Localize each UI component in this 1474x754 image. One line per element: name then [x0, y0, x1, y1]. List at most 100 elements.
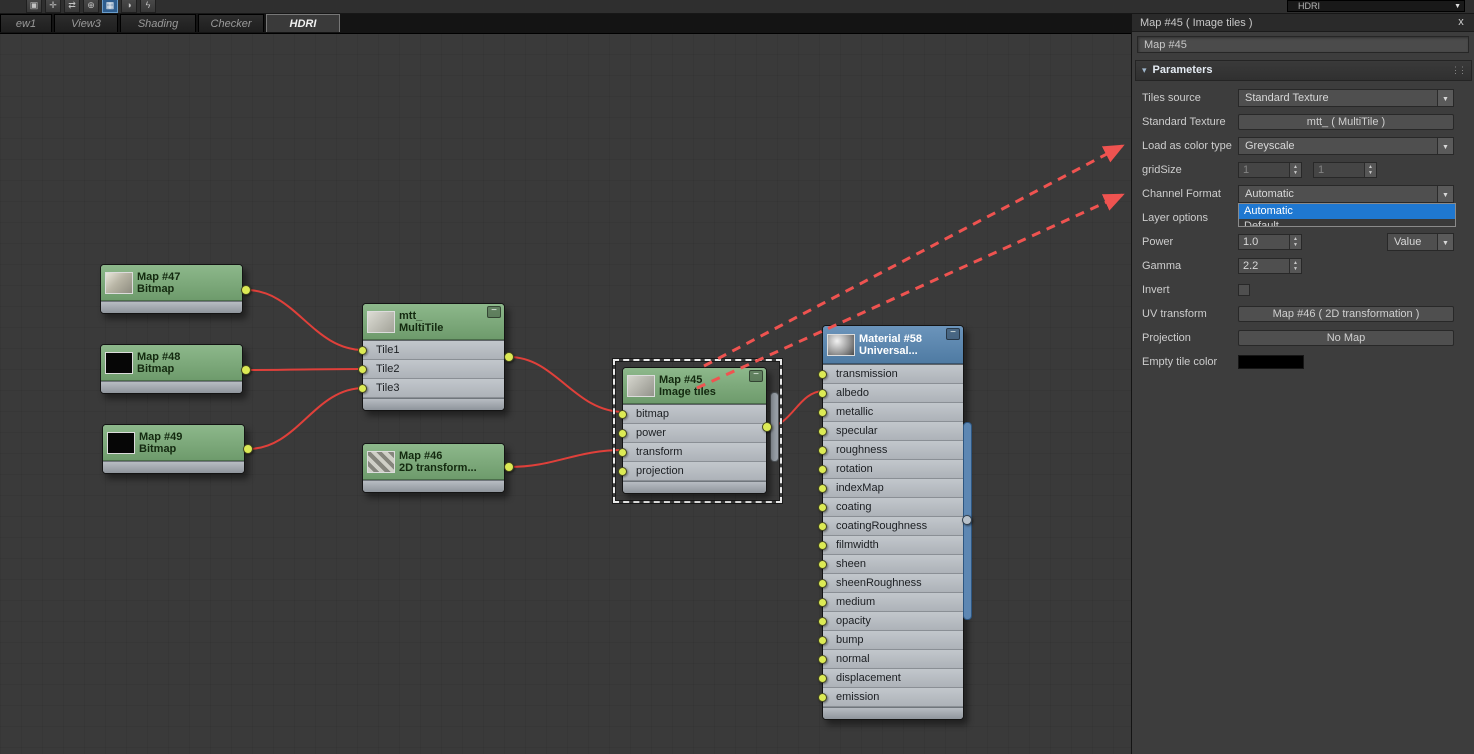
- node-map45[interactable]: Map #45 Image tiles − bitmap power transfo…: [618, 367, 767, 494]
- node-material58[interactable]: Material #58 Universal... − transmission…: [818, 325, 964, 720]
- minimize-icon[interactable]: −: [487, 306, 501, 318]
- input-socket-bitmap[interactable]: [618, 410, 627, 419]
- output-socket-map48[interactable]: [241, 365, 251, 375]
- close-icon[interactable]: x: [1455, 15, 1467, 29]
- input-socket-transform[interactable]: [618, 448, 627, 457]
- slot-label: Tile2: [376, 363, 400, 375]
- swap-wires-icon[interactable]: ⇄: [64, 0, 80, 13]
- slot-label: transform: [636, 446, 683, 458]
- node-multitile[interactable]: mtt_ MultiTile − Tile1 Tile2 Tile3: [358, 303, 505, 411]
- slot-list: bitmap power transform projection: [618, 404, 766, 481]
- input-socket-sheen[interactable]: [818, 560, 827, 569]
- bitmap-thumbnail: [105, 351, 133, 374]
- node-header[interactable]: Map #49 Bitmap: [103, 425, 244, 461]
- input-socket-roughness[interactable]: [818, 446, 827, 455]
- input-socket-medium[interactable]: [818, 598, 827, 607]
- zoom-icon[interactable]: ⊕: [83, 0, 99, 13]
- parameters-rollout-header[interactable]: ▾ Parameters ⋮⋮: [1135, 60, 1472, 81]
- input-socket-albedo[interactable]: [818, 389, 827, 398]
- channel-format-dropdown[interactable]: Automatic ▼: [1238, 185, 1454, 203]
- slot-row-transform: transform: [618, 443, 766, 462]
- output-socket-multitile[interactable]: [504, 352, 514, 362]
- tab-hdri[interactable]: HDRI: [266, 14, 340, 32]
- output-socket-map49[interactable]: [243, 444, 253, 454]
- input-socket-emission[interactable]: [818, 693, 827, 702]
- uv-transform-button[interactable]: Map #46 ( 2D transformation ): [1238, 306, 1454, 322]
- minimize-icon[interactable]: −: [946, 328, 960, 340]
- input-socket-transmission[interactable]: [818, 370, 827, 379]
- tiles-source-dropdown[interactable]: Standard Texture ▼: [1238, 89, 1454, 107]
- node-header[interactable]: Map #46 2D transform...: [363, 444, 504, 480]
- load-color-type-dropdown[interactable]: Greyscale ▼: [1238, 137, 1454, 155]
- spinner-arrows-icon[interactable]: ▲ ▼: [1289, 259, 1301, 273]
- minimize-icon[interactable]: −: [749, 370, 763, 382]
- input-socket-sheenRoughness[interactable]: [818, 579, 827, 588]
- invert-checkbox[interactable]: [1238, 284, 1250, 296]
- chevron-down-icon[interactable]: ▼: [1437, 138, 1453, 154]
- input-socket-coatingRoughness[interactable]: [818, 522, 827, 531]
- node-title: mtt_: [399, 309, 423, 322]
- dropdown-item-automatic[interactable]: Automatic: [1239, 204, 1455, 219]
- tab-view1[interactable]: ew1: [0, 14, 52, 32]
- spinner-value: 1: [1318, 164, 1325, 176]
- input-socket-bump[interactable]: [818, 636, 827, 645]
- node-header[interactable]: Material #58 Universal... −: [823, 326, 963, 364]
- spinner-arrows-icon: ▲ ▼: [1289, 163, 1301, 177]
- input-socket-Tile2[interactable]: [358, 365, 367, 374]
- output-socket-map46[interactable]: [504, 462, 514, 472]
- dropdown-item-default[interactable]: Default: [1239, 219, 1455, 226]
- node-map46[interactable]: Map #46 2D transform...: [362, 443, 505, 493]
- tab-shading[interactable]: Shading: [120, 14, 196, 32]
- input-socket-filmwidth[interactable]: [818, 541, 827, 550]
- layout-grid-icon[interactable]: ▦: [102, 0, 118, 13]
- projection-button[interactable]: No Map: [1238, 330, 1454, 346]
- input-socket-projection[interactable]: [618, 467, 627, 476]
- input-socket-metallic[interactable]: [818, 408, 827, 417]
- gamma-spinner[interactable]: 2.2 ▲ ▼: [1238, 258, 1302, 274]
- pick-material-icon[interactable]: ϟ: [140, 0, 156, 13]
- slot-label: transmission: [836, 368, 898, 380]
- node-title: Map #46: [399, 449, 443, 462]
- input-socket-specular[interactable]: [818, 427, 827, 436]
- view-tabbar: ew1 View3 Shading Checker HDRI: [0, 14, 1131, 34]
- node-header[interactable]: mtt_ MultiTile −: [363, 304, 504, 340]
- slot-row-transmission: transmission: [818, 365, 963, 384]
- node-header[interactable]: Map #45 Image tiles −: [623, 368, 766, 404]
- input-socket-coating[interactable]: [818, 503, 827, 512]
- node-name-input[interactable]: Map #45: [1137, 36, 1469, 53]
- output-socket-map47[interactable]: [241, 285, 251, 295]
- input-socket-normal[interactable]: [818, 655, 827, 664]
- slot-label: normal: [836, 653, 870, 665]
- chevron-down-icon[interactable]: ▼: [1437, 234, 1453, 250]
- node-header[interactable]: Map #48 Bitmap: [101, 345, 242, 381]
- save-icon[interactable]: ▣: [26, 0, 42, 13]
- view-selector-combo[interactable]: HDRI ▼: [1287, 0, 1465, 12]
- power-mode-dropdown[interactable]: Value ▼: [1387, 233, 1454, 251]
- spinner-arrows-icon[interactable]: ▲ ▼: [1289, 235, 1301, 249]
- bitmap-thumbnail: [105, 271, 133, 294]
- node-header[interactable]: Map #47 Bitmap: [101, 265, 242, 301]
- tab-view3[interactable]: View3: [54, 14, 118, 32]
- palette-icon[interactable]: ◑: [121, 0, 137, 13]
- chevron-down-icon[interactable]: ▼: [1437, 90, 1453, 106]
- node-map49[interactable]: Map #49 Bitmap: [102, 424, 245, 474]
- input-socket-rotation[interactable]: [818, 465, 827, 474]
- power-spinner[interactable]: 1.0 ▲ ▼: [1238, 234, 1302, 250]
- output-socket-map45[interactable]: [762, 422, 772, 432]
- node-map47[interactable]: Map #47 Bitmap: [100, 264, 243, 314]
- input-socket-opacity[interactable]: [818, 617, 827, 626]
- standard-texture-button[interactable]: mtt_ ( MultiTile ): [1238, 114, 1454, 130]
- input-socket-Tile1[interactable]: [358, 346, 367, 355]
- tab-checker[interactable]: Checker: [198, 14, 264, 32]
- input-socket-power[interactable]: [618, 429, 627, 438]
- slot-row-emission: emission: [818, 688, 963, 707]
- empty-tile-color-swatch[interactable]: [1238, 355, 1304, 369]
- output-socket-material58[interactable]: [962, 515, 972, 525]
- input-socket-displacement[interactable]: [818, 674, 827, 683]
- chevron-down-icon[interactable]: ▼: [1437, 186, 1453, 202]
- input-socket-Tile3[interactable]: [358, 384, 367, 393]
- node-map48[interactable]: Map #48 Bitmap: [100, 344, 243, 394]
- param-row-uv-transform: UV transform Map #46 ( 2D transformation…: [1132, 304, 1474, 324]
- pan-icon[interactable]: ✛: [45, 0, 61, 13]
- input-socket-indexMap[interactable]: [818, 484, 827, 493]
